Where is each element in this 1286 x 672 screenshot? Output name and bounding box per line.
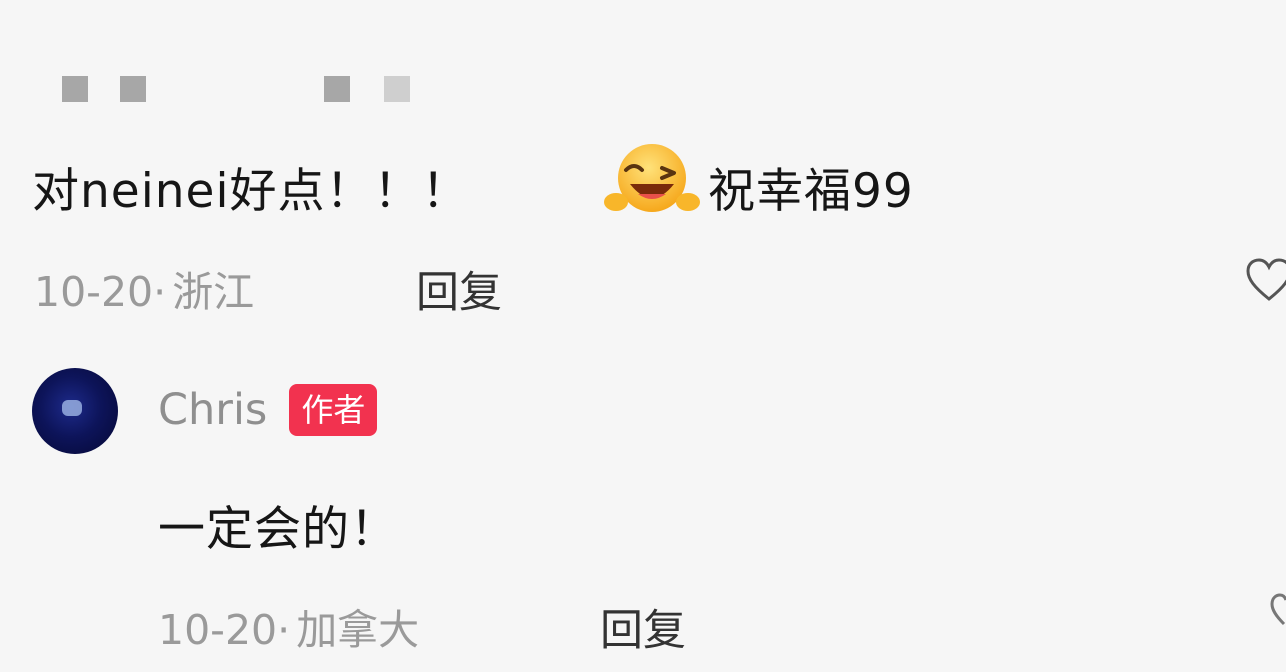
comment-text-suffix: 祝幸福99 [708, 164, 914, 219]
reply-comment-text: 一定会的！ [158, 502, 398, 557]
comment-location: 浙江 [172, 268, 255, 316]
like-heart-icon[interactable] [1244, 255, 1286, 305]
username[interactable]: Chris [158, 385, 267, 435]
comment-meta: 10-20· 浙江 [34, 258, 254, 318]
reply-button[interactable]: 回复 [600, 596, 686, 658]
meta-separator: · [277, 606, 291, 654]
author-badge: 作者 [289, 384, 378, 436]
reply-comment-meta: 10-20· 加拿大 [158, 596, 419, 656]
comment-location: 加拿大 [296, 606, 420, 654]
avatar[interactable] [32, 368, 118, 454]
reply-button[interactable]: 回复 [416, 258, 502, 320]
wink-laugh-emoji-icon [604, 144, 700, 212]
meta-separator: · [153, 268, 167, 316]
like-heart-icon[interactable] [1270, 590, 1286, 630]
comment-header: Chris 作者 [158, 384, 378, 436]
comment-text: 对neinei好点！！！ [32, 164, 470, 219]
comment-date: 10-20 [34, 268, 154, 316]
comment-date: 10-20 [158, 606, 278, 654]
